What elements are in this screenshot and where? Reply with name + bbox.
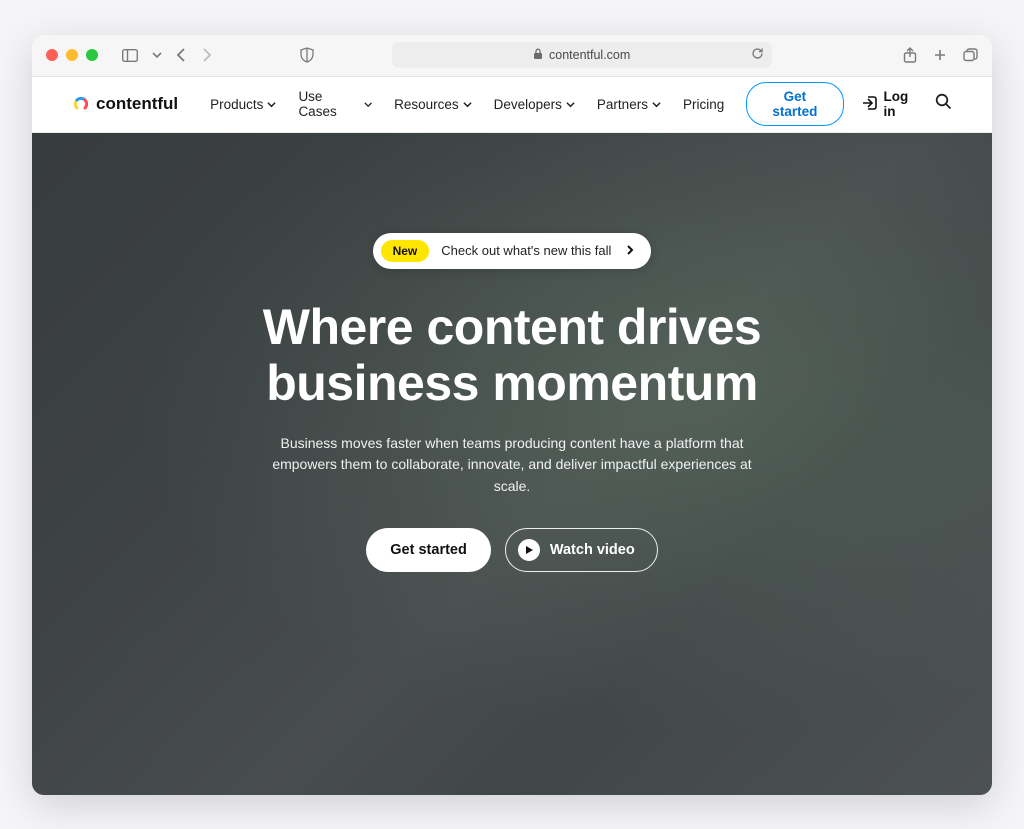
chevron-down-icon (267, 100, 276, 109)
brand-name: contentful (96, 94, 178, 114)
nav-label: Pricing (683, 97, 724, 112)
forward-button[interactable] (201, 48, 212, 62)
window-controls (46, 49, 98, 61)
get-started-button[interactable]: Get started (746, 82, 843, 126)
nav-resources[interactable]: Resources (394, 97, 472, 112)
nav-use-cases[interactable]: Use Cases (298, 89, 372, 119)
contentful-logo-icon (72, 95, 90, 113)
back-button[interactable] (176, 48, 187, 62)
sidebar-toggle-icon[interactable] (122, 49, 138, 62)
address-bar[interactable]: contentful.com (392, 42, 772, 68)
address-bar-text: contentful.com (549, 48, 630, 62)
nav-label: Developers (494, 97, 562, 112)
play-icon (518, 539, 540, 561)
watch-video-button[interactable]: Watch video (505, 528, 658, 572)
nav-developers[interactable]: Developers (494, 97, 575, 112)
watch-video-label: Watch video (550, 542, 635, 558)
announcement-text: Check out what's new this fall (441, 243, 611, 258)
maximize-window-button[interactable] (86, 49, 98, 61)
lock-icon (533, 48, 543, 63)
brand-logo[interactable]: contentful (72, 94, 178, 114)
nav-label: Partners (597, 97, 648, 112)
hero-title: Where content drives business momentum (202, 299, 822, 411)
login-icon (862, 95, 878, 114)
browser-toolbar: contentful.com (32, 35, 992, 77)
hero-subtitle: Business moves faster when teams produci… (272, 433, 752, 498)
new-tab-icon[interactable] (933, 47, 947, 63)
nav-label: Use Cases (298, 89, 359, 119)
chevron-down-icon (566, 100, 575, 109)
hero-section: New Check out what's new this fall Where… (32, 133, 992, 795)
chevron-down-icon[interactable] (152, 49, 162, 62)
login-link[interactable]: Log in (862, 89, 918, 119)
new-badge: New (381, 240, 430, 262)
tabs-overview-icon[interactable] (963, 47, 978, 63)
privacy-shield-icon[interactable] (300, 47, 314, 63)
nav-label: Resources (394, 97, 459, 112)
search-icon[interactable] (935, 93, 952, 115)
chevron-down-icon (463, 100, 472, 109)
login-label: Log in (884, 89, 918, 119)
nav-label: Products (210, 97, 263, 112)
announcement-pill[interactable]: New Check out what's new this fall (373, 233, 652, 269)
share-icon[interactable] (903, 47, 917, 63)
nav-products[interactable]: Products (210, 97, 276, 112)
site-nav: contentful Products Use Cases Resources … (32, 77, 992, 133)
reload-icon[interactable] (751, 47, 764, 63)
chevron-down-icon (652, 100, 661, 109)
nav-partners[interactable]: Partners (597, 97, 661, 112)
chevron-down-icon (364, 100, 372, 109)
hero-get-started-button[interactable]: Get started (366, 528, 491, 572)
browser-window: contentful.com (32, 35, 992, 795)
nav-pricing[interactable]: Pricing (683, 97, 724, 112)
chevron-right-icon (623, 244, 637, 258)
hero-ctas: Get started Watch video (366, 528, 657, 572)
minimize-window-button[interactable] (66, 49, 78, 61)
close-window-button[interactable] (46, 49, 58, 61)
